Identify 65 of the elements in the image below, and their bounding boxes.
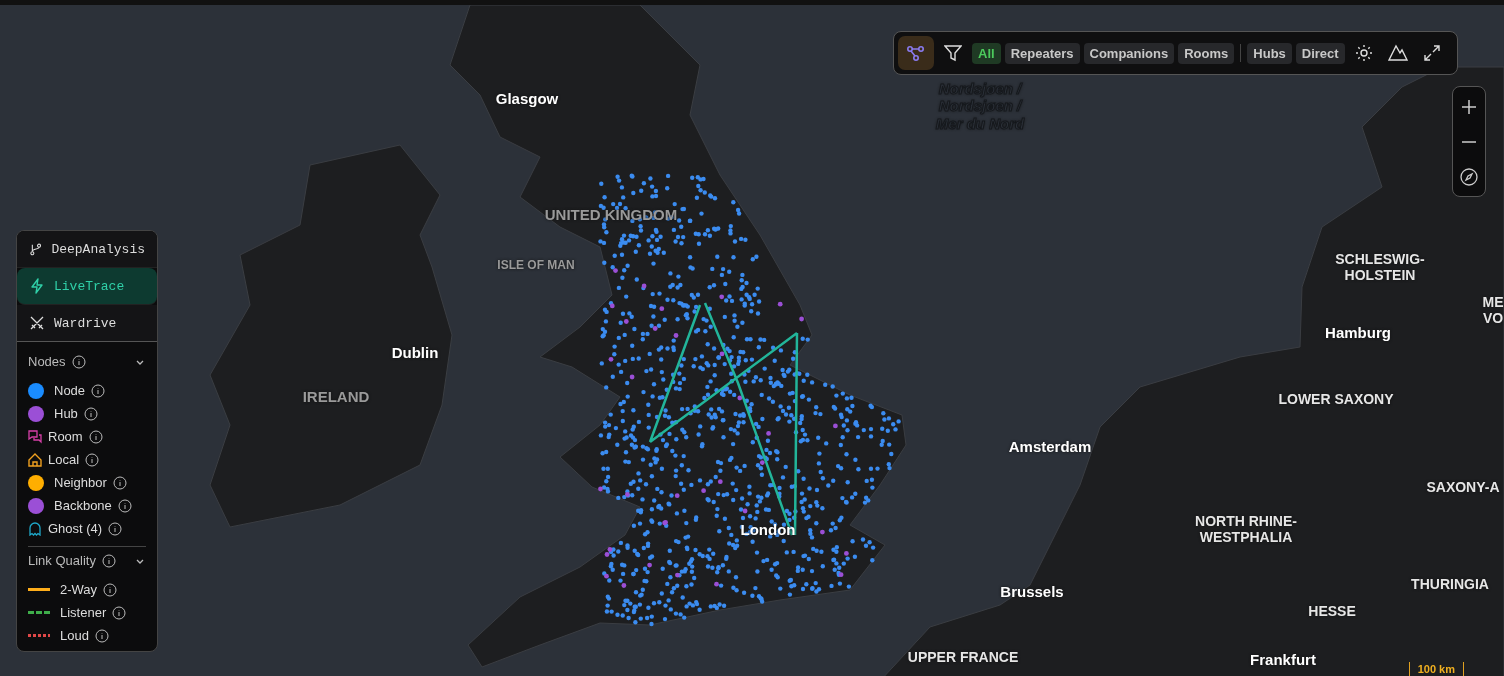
- map-label: ME VO: [1482, 293, 1504, 327]
- map-label: SAXONY-A: [1426, 478, 1500, 496]
- info-icon[interactable]: [108, 521, 123, 536]
- mode-tab[interactable]: DeepAnalysis: [17, 231, 157, 268]
- map-label: HESSE: [1308, 602, 1356, 620]
- map-label: Dublin: [391, 344, 439, 362]
- ghost-icon: [28, 521, 42, 536]
- network-nodes-icon: [906, 43, 926, 63]
- section-title: Link Quality: [28, 553, 96, 568]
- map-label: THURINGIA: [1411, 575, 1489, 593]
- branch-icon: [29, 241, 43, 257]
- info-icon[interactable]: [103, 582, 118, 597]
- map-label: IRELAND: [302, 388, 370, 406]
- legend-label: Node: [54, 383, 86, 398]
- scale-bar: 100 km: [1408, 662, 1464, 676]
- expand-icon: [1422, 44, 1441, 62]
- section-title: Nodes: [28, 354, 66, 369]
- info-icon[interactable]: [112, 475, 127, 490]
- legend-label: Neighbor: [54, 475, 107, 490]
- mountain-icon: [1387, 44, 1408, 62]
- info-icon[interactable]: [101, 553, 116, 568]
- map-label: LOWER SAXONY: [1278, 390, 1394, 408]
- info-icon[interactable]: [117, 498, 132, 513]
- mode-tab[interactable]: Wardrive: [17, 305, 157, 342]
- mode-tab[interactable]: LiveTrace: [17, 268, 157, 305]
- info-icon[interactable]: [94, 628, 109, 643]
- legend-label: 2-Way: [60, 582, 98, 597]
- info-icon[interactable]: [91, 383, 106, 398]
- filter-icon: [944, 44, 962, 62]
- house-icon: [28, 452, 42, 467]
- legend-label: Backbone: [54, 498, 112, 513]
- legend-label: Room: [48, 429, 83, 444]
- compass-icon: [1460, 167, 1478, 186]
- network-mode-button[interactable]: [898, 36, 934, 70]
- filter-chip[interactable]: Companions: [1083, 42, 1175, 64]
- filter-chip[interactable]: Hubs: [1247, 42, 1292, 64]
- legend-label: Hub: [54, 406, 78, 421]
- info-icon[interactable]: [85, 452, 100, 467]
- crossed-swords-icon: [29, 315, 45, 331]
- map-label: NORTH RHINE- WESTPHALIA: [1195, 512, 1297, 546]
- legend-label: Local: [48, 452, 80, 467]
- filter-chip[interactable]: Direct: [1295, 42, 1345, 64]
- map-label: Frankfurt: [1250, 651, 1316, 669]
- minus-icon: [1462, 140, 1476, 143]
- legend-label: Listener: [60, 605, 107, 620]
- chat-icon: [28, 429, 42, 444]
- info-icon[interactable]: [83, 406, 98, 421]
- info-icon[interactable]: [112, 605, 127, 620]
- filter-chip[interactable]: Repeaters: [1004, 42, 1080, 64]
- filter-chip[interactable]: All: [972, 42, 1001, 64]
- plus-icon: [1462, 99, 1476, 114]
- sun-icon: [1354, 44, 1373, 62]
- map-label: SCHLESWIG- HOLSTEIN: [1335, 250, 1425, 284]
- info-icon[interactable]: [88, 429, 103, 444]
- map-label: ISLE OF MAN: [497, 259, 575, 273]
- map-label: Brussels: [1000, 583, 1064, 601]
- map-label: Amsterdam: [1008, 438, 1092, 456]
- map-label: Hamburg: [1325, 324, 1391, 342]
- info-icon[interactable]: [71, 354, 86, 369]
- map-label: UPPER FRANCE: [907, 648, 1019, 666]
- legend-label: Loud: [60, 628, 89, 643]
- filter-chip[interactable]: Rooms: [1178, 42, 1235, 64]
- legend-label: Ghost (4): [48, 521, 103, 536]
- lightning-icon: [29, 278, 45, 294]
- map-label: Glasgow: [495, 90, 559, 108]
